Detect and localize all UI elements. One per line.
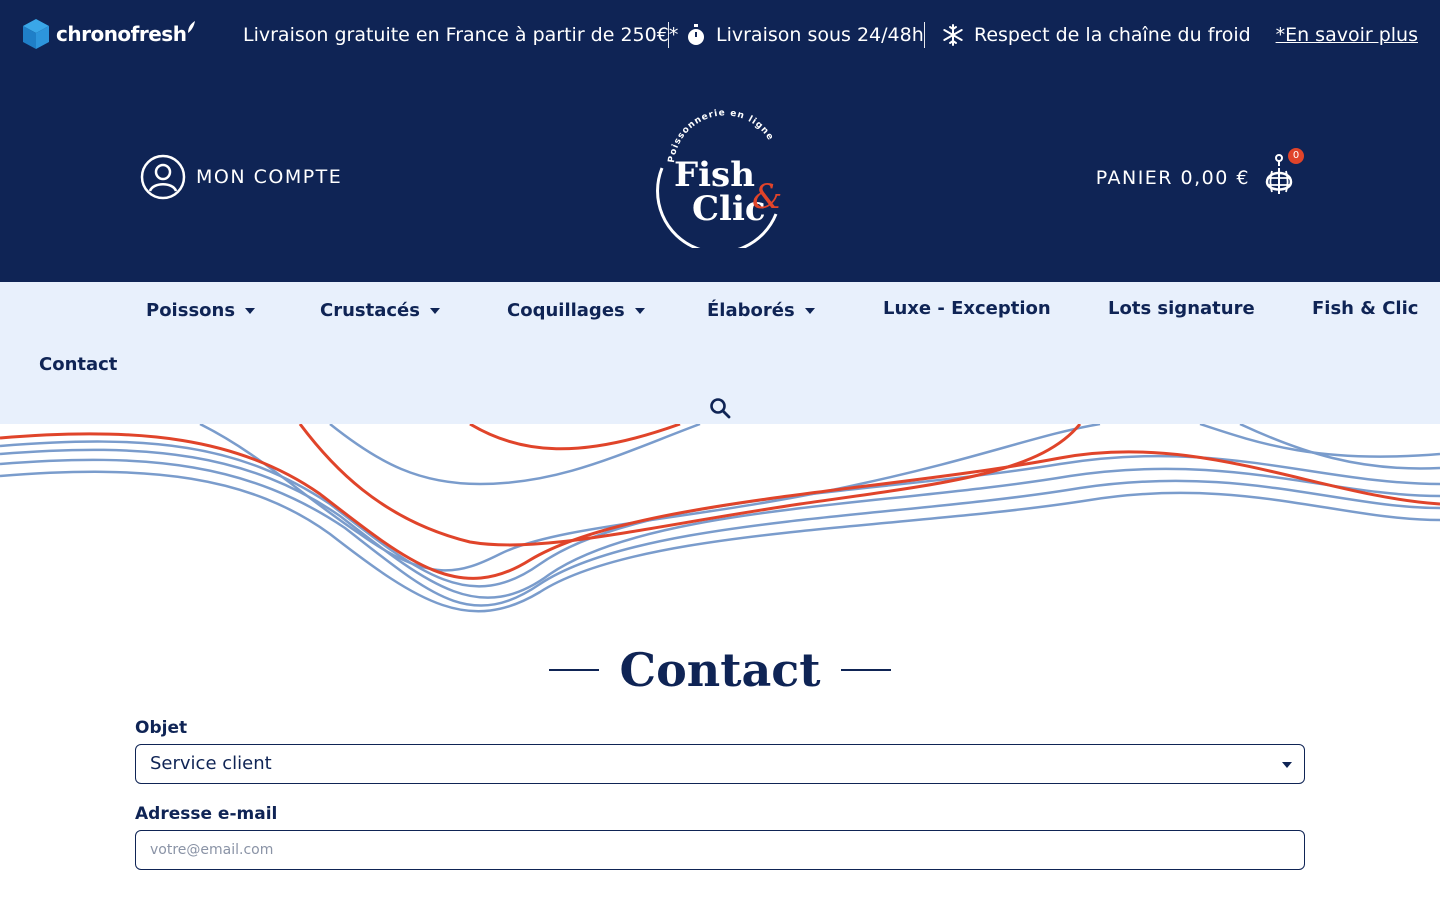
- subject-select[interactable]: Service client: [135, 744, 1305, 784]
- learn-more-link[interactable]: *En savoir plus: [1276, 24, 1418, 46]
- cart-count-badge: 0: [1288, 148, 1304, 164]
- nav-item-luxe-exception[interactable]: Luxe - Exception: [883, 298, 1051, 319]
- nav-item-label: Crustacés: [320, 300, 420, 321]
- nav-item-lots-signature[interactable]: Lots signature: [1108, 298, 1255, 319]
- nav-item-label: Coquillages: [507, 300, 625, 321]
- top-info-bar: chronofresh Livraison gratuite en France…: [0, 0, 1440, 72]
- caret-down-icon: [245, 307, 256, 314]
- fish-and-clic-logo[interactable]: Poissonnerie en ligne Fish Clic &: [648, 108, 792, 248]
- caret-down-icon: [429, 307, 440, 314]
- title-dash-left: [549, 669, 600, 671]
- cold-chain-info: Respect de la chaîne du froid: [942, 24, 1251, 46]
- divider: [668, 22, 669, 48]
- cold-chain-text: Respect de la chaîne du froid: [974, 24, 1251, 46]
- my-account-label: MON COMPTE: [196, 166, 343, 188]
- nav-item-elabores[interactable]: Élaborés: [707, 300, 815, 321]
- site-header: MON COMPTE Poissonnerie en ligne Fish Cl…: [0, 72, 1440, 282]
- chronofresh-brand: chronofresh: [56, 22, 187, 46]
- logo-ampersand: &: [752, 177, 782, 217]
- decorative-waves: [0, 424, 1440, 613]
- cart-icon-wrap: 0: [1264, 148, 1304, 202]
- nav-item-poissons[interactable]: Poissons: [146, 300, 256, 321]
- nav-item-label: Contact: [39, 354, 118, 375]
- nav-item-coquillages[interactable]: Coquillages: [507, 300, 645, 321]
- nav-item-crustaces[interactable]: Crustacés: [320, 300, 440, 321]
- free-delivery-info: Livraison gratuite en France à partir de…: [243, 24, 678, 46]
- main-navigation: Poissons Crustacés Coquillages Élaborés …: [0, 282, 1440, 424]
- dropdown-arrow-icon: [1282, 762, 1292, 768]
- page-title: Contact: [619, 643, 821, 697]
- cube-icon: [23, 19, 49, 49]
- page-title-block: Contact: [0, 640, 1440, 700]
- user-icon: [140, 154, 186, 200]
- email-label: Adresse e-mail: [135, 804, 278, 824]
- search-icon[interactable]: [708, 396, 732, 420]
- delivery-time-info: Livraison sous 24/48h: [686, 24, 924, 46]
- subject-label: Objet: [135, 718, 188, 738]
- free-delivery-text: Livraison gratuite en France à partir de…: [243, 24, 679, 46]
- nav-item-label: Lots signature: [1108, 298, 1255, 319]
- caret-down-icon: [804, 307, 815, 314]
- cart-label: PANIER 0,00 €: [1095, 167, 1250, 189]
- nav-item-label: Poissons: [146, 300, 236, 321]
- delivery-time-text: Livraison sous 24/48h: [716, 24, 924, 46]
- leaf-icon: [188, 21, 196, 33]
- nav-item-fish-clic[interactable]: Fish & Clic: [1312, 298, 1418, 319]
- nav-item-label: Élaborés: [707, 300, 795, 321]
- nav-item-label: Fish & Clic: [1312, 298, 1419, 319]
- subject-selected-value: Service client: [150, 753, 272, 774]
- stopwatch-icon: [688, 24, 704, 45]
- email-field[interactable]: [135, 830, 1305, 870]
- chronofresh-logo: chronofresh: [22, 18, 196, 50]
- caret-down-icon: [634, 307, 645, 314]
- my-account-button[interactable]: MON COMPTE: [140, 154, 342, 200]
- nav-item-label: Luxe - Exception: [883, 298, 1051, 319]
- nav-item-contact[interactable]: Contact: [39, 354, 117, 375]
- cart-button[interactable]: PANIER 0,00 € 0: [1095, 148, 1304, 202]
- divider: [924, 22, 925, 48]
- title-dash-right: [840, 669, 891, 671]
- snowflake-icon: [943, 24, 963, 46]
- contact-form: Objet Service client Adresse e-mail: [135, 718, 1305, 870]
